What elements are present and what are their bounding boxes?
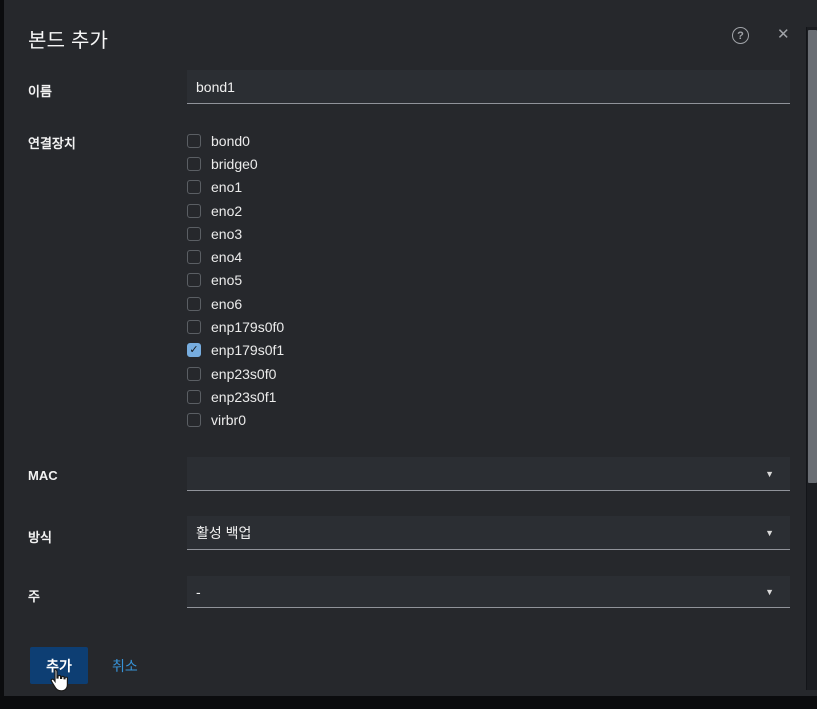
interface-name: virbr0 xyxy=(211,412,247,429)
checkbox[interactable]: ✓ xyxy=(187,203,201,218)
name-input[interactable] xyxy=(187,70,790,104)
checkbox[interactable]: ✓ xyxy=(187,389,201,404)
interface-option[interactable]: ✓ virbr0 xyxy=(187,409,487,432)
dialog-title: 본드 추가 xyxy=(28,30,109,52)
interface-name: enp179s0f1 xyxy=(211,342,285,359)
interface-option[interactable]: ✓ bond0 xyxy=(187,129,487,152)
interface-option[interactable]: ✓ eno1 xyxy=(187,176,487,199)
interface-option[interactable]: ✓ bridge0 xyxy=(187,152,487,175)
mode-select-value: 활성 백업 xyxy=(196,524,252,541)
scrollbar-thumb[interactable] xyxy=(808,30,817,483)
mac-select[interactable]: ▼ xyxy=(187,457,790,491)
checkbox[interactable]: ✓ xyxy=(187,320,201,335)
checkbox[interactable]: ✓ xyxy=(187,296,201,311)
interface-name: bridge0 xyxy=(211,155,258,172)
interface-option[interactable]: ✓ eno5 xyxy=(187,269,487,292)
primary-select[interactable]: - ▼ xyxy=(187,576,790,608)
interface-list: ✓ bond0 ✓ bridge0 ✓ eno1 ✓ eno2 ✓ eno3 ✓… xyxy=(187,129,487,432)
interface-option[interactable]: ✓ eno2 xyxy=(187,199,487,222)
checkbox[interactable]: ✓ xyxy=(187,343,201,358)
interface-name: eno6 xyxy=(211,295,243,312)
chevron-down-icon: ▼ xyxy=(765,468,774,479)
scrollbar-track[interactable] xyxy=(806,27,817,690)
add-button[interactable]: 추가 xyxy=(30,647,88,684)
primary-label: 주 xyxy=(28,589,40,604)
checkbox[interactable]: ✓ xyxy=(187,366,201,381)
checkbox[interactable]: ✓ xyxy=(187,226,201,241)
help-icon[interactable]: ? xyxy=(732,27,749,44)
help-icon-glyph: ? xyxy=(737,29,744,42)
interface-name: eno2 xyxy=(211,202,243,219)
chevron-down-icon: ▼ xyxy=(765,586,774,597)
cancel-button[interactable]: 취소 xyxy=(112,656,138,676)
interface-name: enp23s0f1 xyxy=(211,388,277,405)
interface-option[interactable]: ✓ enp179s0f0 xyxy=(187,315,487,338)
add-bond-dialog: 본드 추가 ? ✕ 이름 연결장치 ✓ bond0 ✓ bridge0 ✓ en… xyxy=(4,0,817,696)
checkbox[interactable]: ✓ xyxy=(187,250,201,265)
interface-option[interactable]: ✓ eno3 xyxy=(187,222,487,245)
interface-name: eno4 xyxy=(211,249,243,266)
interface-name: eno3 xyxy=(211,225,243,242)
close-icon[interactable]: ✕ xyxy=(777,25,790,45)
interface-name: eno5 xyxy=(211,272,243,289)
interface-option[interactable]: ✓ eno4 xyxy=(187,245,487,268)
primary-select-value: - xyxy=(196,583,201,600)
interfaces-label: 연결장치 xyxy=(28,136,76,151)
checkbox[interactable]: ✓ xyxy=(187,156,201,171)
interface-option[interactable]: ✓ eno6 xyxy=(187,292,487,315)
interface-name: eno1 xyxy=(211,179,243,196)
mode-select[interactable]: 활성 백업 ▼ xyxy=(187,516,790,550)
checkbox[interactable]: ✓ xyxy=(187,133,201,148)
checkbox[interactable]: ✓ xyxy=(187,180,201,195)
checkbox[interactable]: ✓ xyxy=(187,273,201,288)
interface-option[interactable]: ✓ enp179s0f1 xyxy=(187,339,487,362)
interface-option[interactable]: ✓ enp23s0f0 xyxy=(187,362,487,385)
interface-name: enp23s0f0 xyxy=(211,365,277,382)
chevron-down-icon: ▼ xyxy=(765,527,774,538)
interface-name: enp179s0f0 xyxy=(211,319,285,336)
interface-name: bond0 xyxy=(211,132,250,149)
checkbox[interactable]: ✓ xyxy=(187,413,201,428)
check-icon: ✓ xyxy=(189,343,199,356)
mode-label: 방식 xyxy=(28,530,52,545)
interface-option[interactable]: ✓ enp23s0f1 xyxy=(187,385,487,408)
name-label: 이름 xyxy=(28,84,52,99)
mac-label: MAC xyxy=(28,468,58,483)
